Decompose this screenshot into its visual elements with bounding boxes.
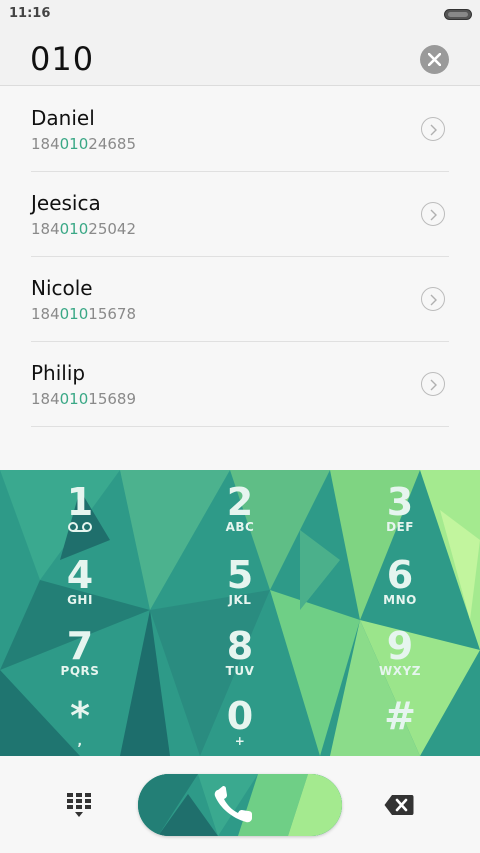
key-2[interactable]: 2 ABC [160, 474, 320, 546]
contact-name: Nicole [31, 276, 93, 300]
contact-number: 18401015689 [31, 390, 136, 408]
chevron-right-icon [430, 294, 437, 306]
key-0[interactable]: 0 + [160, 688, 320, 756]
contact-row[interactable]: Jeesica 18401025042 [31, 172, 449, 257]
dialed-number[interactable]: 010 [30, 40, 94, 78]
key-9[interactable]: 9 WXYZ [320, 618, 480, 690]
battery-icon [444, 9, 472, 20]
key-3[interactable]: 3 DEF [320, 474, 480, 546]
contact-details-button[interactable] [421, 287, 445, 311]
contact-row[interactable]: Philip 18401015689 [31, 342, 449, 427]
contact-details-button[interactable] [421, 372, 445, 396]
voicemail-icon [68, 522, 92, 532]
key-star[interactable]: * , [0, 688, 160, 756]
phone-icon [214, 786, 252, 823]
dial-keypad: 1 2 ABC 3 DEF 4 GHI 5 JKL 6 MNO 7 PQRS 8… [0, 470, 480, 756]
contact-results-list: Daniel 18401024685 Jeesica 18401025042 N… [0, 87, 480, 470]
dialpad-icon [67, 793, 91, 817]
contact-name: Philip [31, 361, 86, 385]
matched-digits: 010 [59, 220, 89, 238]
contact-name: Daniel [31, 106, 95, 130]
key-1[interactable]: 1 [0, 474, 160, 546]
dialpad-toggle-button[interactable] [66, 792, 92, 818]
contact-number: 18401024685 [31, 135, 136, 153]
contact-number: 18401015678 [31, 305, 136, 323]
chevron-right-icon [430, 124, 437, 136]
close-icon [428, 53, 441, 66]
contact-name: Jeesica [31, 191, 101, 215]
chevron-right-icon [430, 379, 437, 391]
key-hash[interactable]: # [320, 688, 480, 756]
contact-details-button[interactable] [421, 117, 445, 141]
contact-details-button[interactable] [421, 202, 445, 226]
dial-action-bar [0, 756, 480, 853]
status-time: 11:16 [9, 6, 51, 21]
backspace-icon [384, 795, 414, 815]
matched-digits: 010 [59, 305, 89, 323]
key-5[interactable]: 5 JKL [160, 547, 320, 619]
key-4[interactable]: 4 GHI [0, 547, 160, 619]
key-7[interactable]: 7 PQRS [0, 618, 160, 690]
matched-digits: 010 [59, 390, 89, 408]
contact-number: 18401025042 [31, 220, 136, 238]
clear-button[interactable] [420, 45, 449, 74]
backspace-button[interactable] [384, 794, 414, 816]
contact-row[interactable]: Nicole 18401015678 [31, 257, 449, 342]
chevron-right-icon [430, 209, 437, 221]
call-button[interactable] [138, 774, 342, 836]
key-8[interactable]: 8 TUV [160, 618, 320, 690]
key-6[interactable]: 6 MNO [320, 547, 480, 619]
status-bar: 11:16 [0, 0, 480, 28]
contact-row[interactable]: Daniel 18401024685 [31, 87, 449, 172]
matched-digits: 010 [59, 135, 89, 153]
dial-header: 010 [0, 28, 480, 86]
